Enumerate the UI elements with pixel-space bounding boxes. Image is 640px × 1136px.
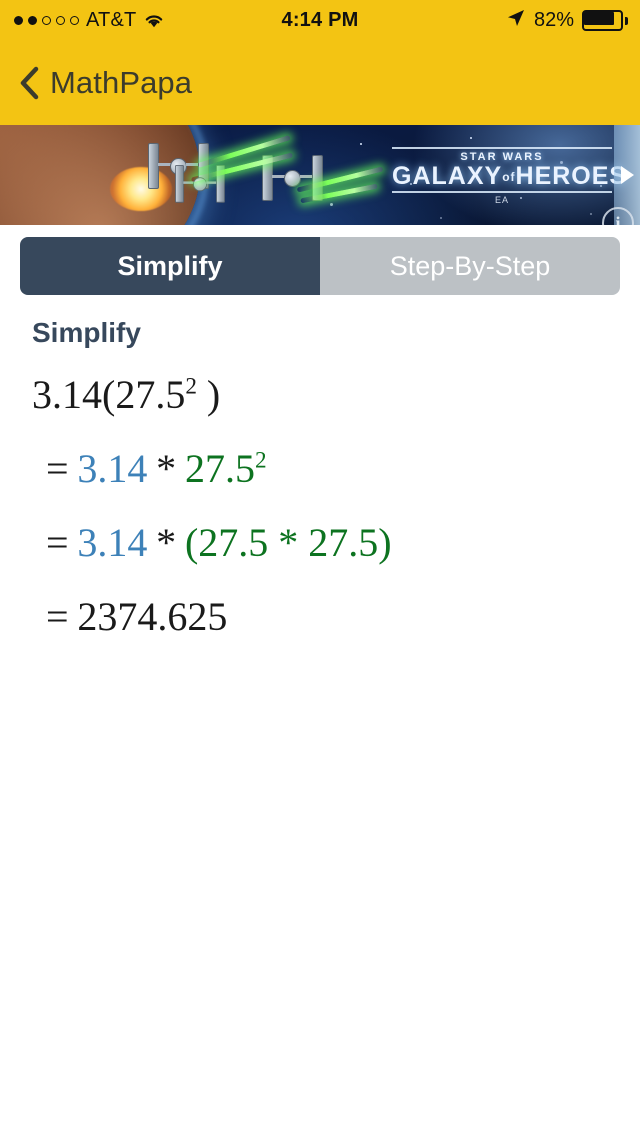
equals-sign: = — [46, 446, 69, 491]
main-content: Simplify 3.14(27.52 ) = 3.14 * 27.52 = 3.14 *… — [0, 295, 640, 637]
equals-sign: = — [46, 520, 69, 565]
step-line-2: = 3.14 * (27.5 * 27.5) — [32, 523, 608, 563]
battery-icon — [582, 9, 628, 31]
chevron-left-icon — [18, 66, 40, 100]
equals-sign: = — [46, 594, 69, 639]
step1-operator: * — [156, 446, 177, 491]
step2-operator: * — [156, 520, 177, 565]
back-button[interactable]: MathPapa — [18, 65, 192, 101]
segmented-control: Simplify Step-By-Step — [20, 237, 620, 295]
tab-simplify[interactable]: Simplify — [20, 237, 320, 295]
math-work-area: 3.14(27.52 ) = 3.14 * 27.52 = 3.14 * (27.5 * 2… — [32, 375, 608, 637]
segmented-control-wrapper: Simplify Step-By-Step — [0, 225, 640, 295]
expression-input-line: 3.14(27.52 ) — [32, 375, 608, 415]
status-bar-right: 82% — [506, 8, 628, 33]
expression-close: ) — [196, 372, 221, 417]
logo-publisher-text: EA — [494, 195, 509, 206]
logo-of-text: of — [502, 170, 516, 185]
nav-title: MathPapa — [50, 64, 193, 100]
step1-term-base: 27.5 — [184, 446, 255, 491]
chevron-right-icon — [620, 166, 634, 184]
logo-heroes-text: HEROES — [515, 162, 628, 190]
expression-base: 3.14(27.5 — [32, 372, 186, 417]
location-arrow-icon — [506, 8, 526, 33]
ad-banner[interactable]: STAR WARS GALAXYofHEROES EA i — [0, 125, 640, 225]
result-value: 2374.625 — [77, 594, 228, 639]
explosion-graphic — [110, 167, 172, 211]
app-screen: AT&T 4:14 PM 82% MathPapa STAR WARS GALA… — [0, 0, 640, 1136]
status-bar: AT&T 4:14 PM 82% — [0, 0, 640, 40]
logo-main-text: GALAXYofHEROES — [392, 162, 626, 190]
expression-exponent: 2 — [185, 373, 197, 400]
navigation-bar: MathPapa — [0, 40, 640, 125]
step-line-result: = 2374.625 — [32, 597, 608, 637]
step-line-1: = 3.14 * 27.52 — [32, 449, 608, 489]
step1-exponent: 2 — [254, 447, 267, 474]
battery-percent-label: 82% — [533, 8, 574, 31]
section-title: Simplify — [32, 317, 141, 348]
star-wars-logo: STAR WARS GALAXYofHEROES EA — [392, 145, 626, 206]
step2-expanded-term: (27.5 * 27.5) — [184, 520, 392, 565]
step2-term-pi: 3.14 — [77, 520, 148, 565]
step1-term-pi: 3.14 — [77, 446, 148, 491]
tab-step-by-step[interactable]: Step-By-Step — [320, 237, 620, 295]
logo-galaxy-text: GALAXY — [392, 162, 503, 190]
